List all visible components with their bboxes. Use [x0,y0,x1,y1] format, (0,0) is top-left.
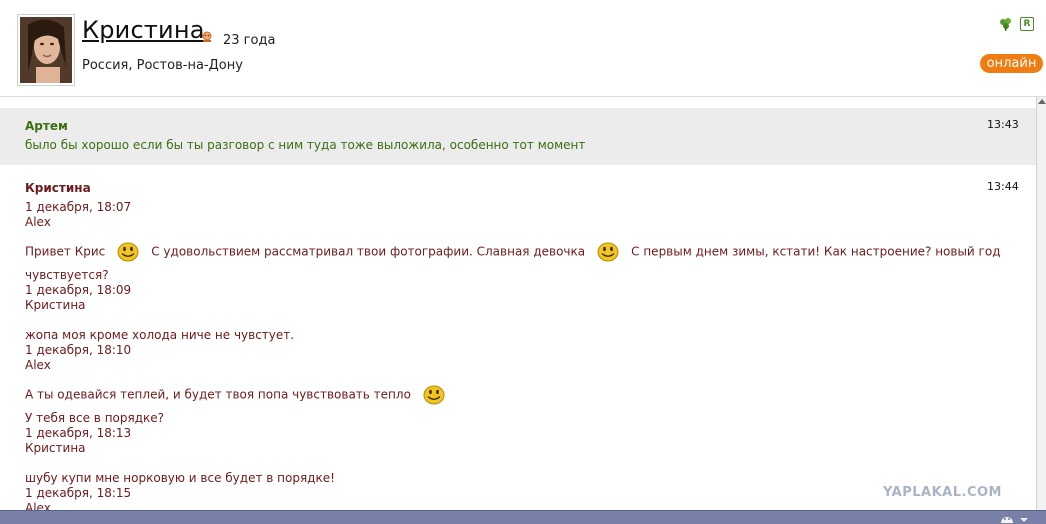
entry-date: 1 декабря, 18:07 [25,200,132,214]
watermark: YAPLAKAL.COM [883,485,1002,500]
profile-header: Кристина 23 года Россия, Ростов-на-Дону … [0,0,1046,97]
entry-text: У тебя все в порядке? [25,411,165,425]
entry-name: Кристина [25,441,86,455]
message-time: 13:43 [987,118,1019,131]
entry-text-part: Привет Крис [25,244,106,259]
chevron-down-icon[interactable] [1020,518,1028,522]
entry-text-part: А ты одевайся теплей, и будет твоя попа … [25,387,411,402]
entry-text-part: С первым днем зимы, кстати! Как настроен… [631,244,1001,259]
entry-name: Alex [25,358,51,372]
entry-text: чувствуется? [25,268,109,282]
entry-name: Alex [25,215,51,229]
entry-text-part: С удовольствием рассматривал твои фотогр… [151,244,586,259]
entry-text: шубу купи мне норковую и все будет в пор… [25,471,335,485]
smiley-icon[interactable] [1000,513,1014,523]
r-badge-icon[interactable]: R [1020,17,1034,31]
entry-date: 1 декабря, 18:09 [25,283,132,297]
message-time: 13:44 [987,180,1019,193]
avatar[interactable] [17,14,75,86]
profile-location: Россия, Ростов-на-Дону [82,58,243,73]
entry-text: Привет Крис С удовольствием рассматривал … [25,241,1001,263]
smiley-icon [597,242,619,262]
entry-name: Кристина [25,298,86,312]
message-author[interactable]: Кристина [25,181,91,195]
clover-icon[interactable] [998,16,1014,32]
message-text: было бы хорошо если бы ты разговор с ним… [25,138,586,152]
chat-scrollbar[interactable] [1036,97,1046,510]
scroll-up-icon[interactable] [1038,99,1046,104]
bottom-toolbar [0,510,1046,524]
online-status-badge: онлайн [980,54,1043,73]
avatar-photo [20,17,72,83]
entry-text: А ты одевайся теплей, и будет твоя попа … [25,384,457,406]
entry-date: 1 декабря, 18:10 [25,343,132,357]
entry-text: жопа моя кроме холода ниче не чувстует. [25,328,295,342]
profile-age: 23 года [223,33,276,48]
smiley-icon [117,242,139,262]
message-author[interactable]: Артем [25,119,68,133]
profile-name-link[interactable]: Кристина [82,16,205,44]
entry-date: 1 декабря, 18:13 [25,426,132,440]
gender-female-icon [202,31,212,42]
smiley-icon [423,385,445,405]
message-highlight-bg [0,108,1036,165]
entry-date: 1 декабря, 18:15 [25,486,132,500]
message-list: Артем 13:43 было бы хорошо если бы ты ра… [0,97,1036,510]
entry-name: Alex [25,501,51,510]
